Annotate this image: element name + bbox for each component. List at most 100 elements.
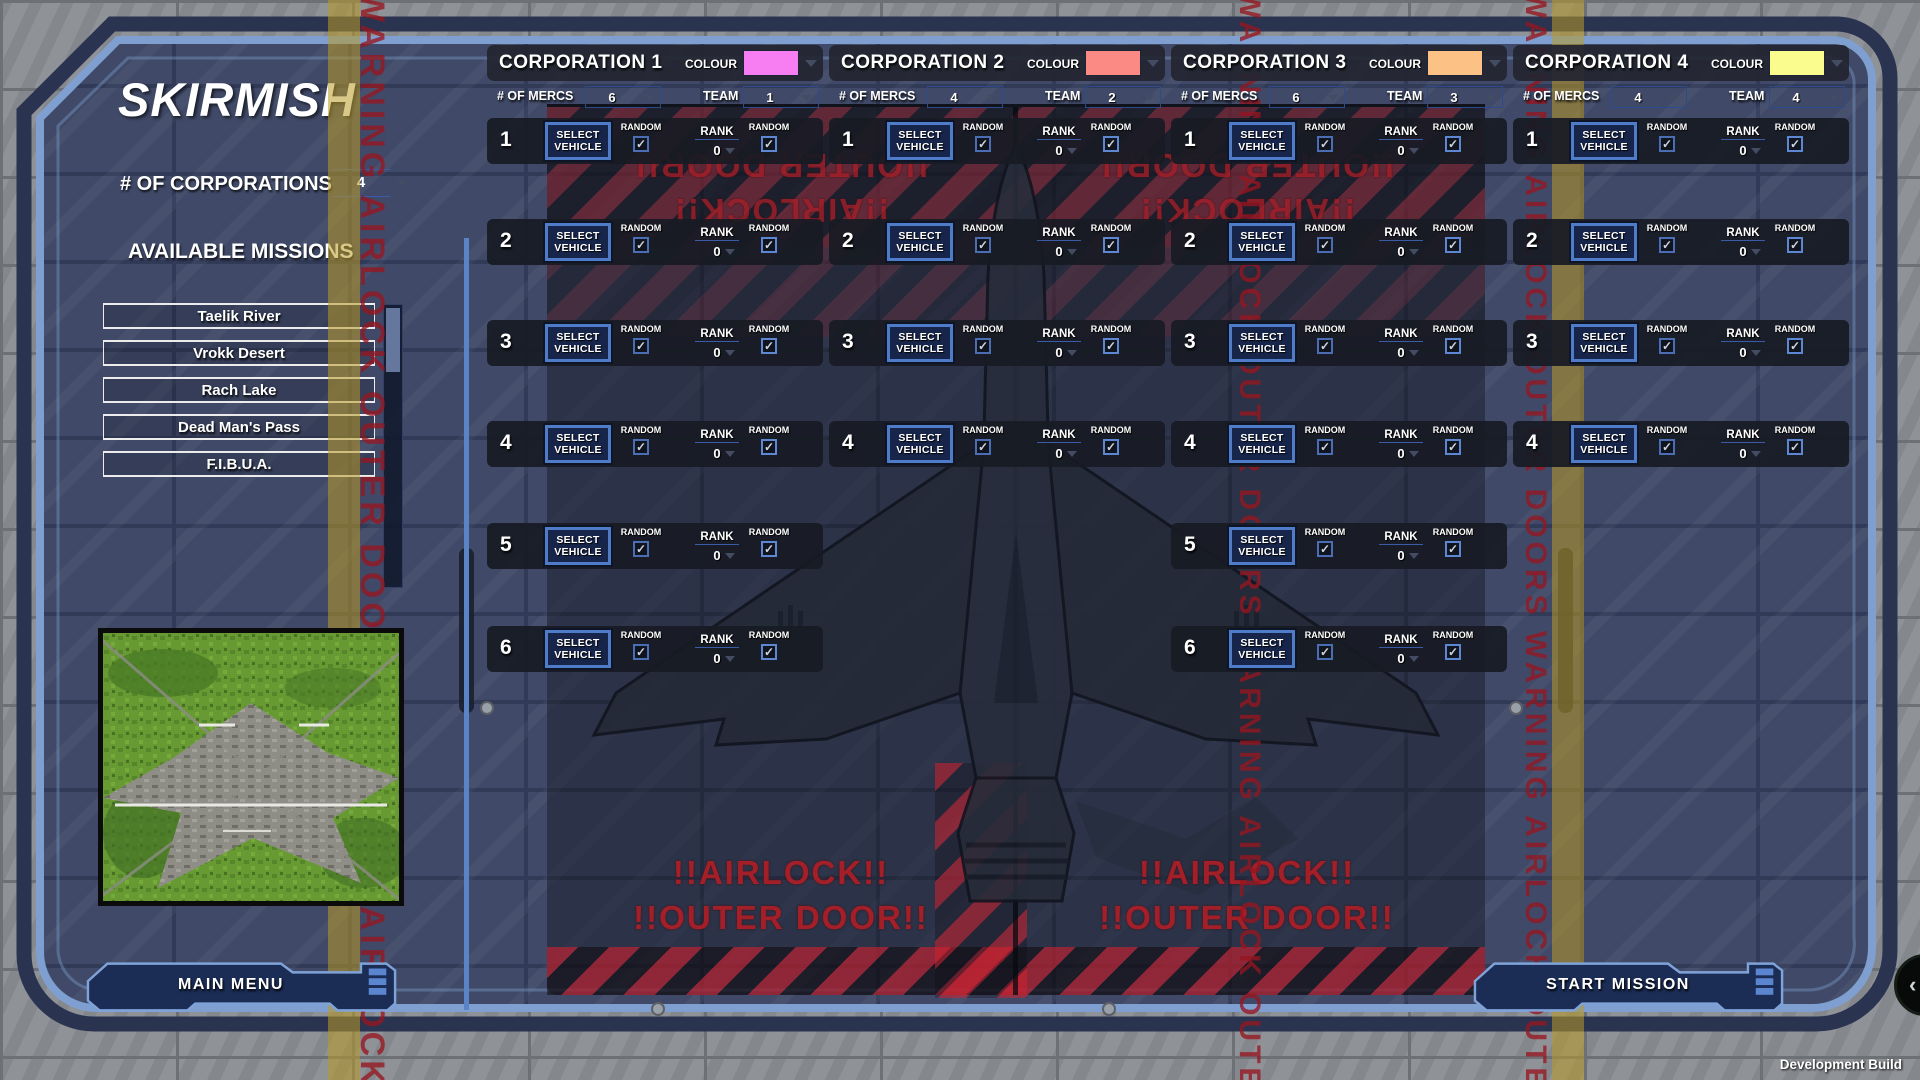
random-rank-checkbox[interactable]: ✓: [1445, 541, 1461, 557]
select-vehicle-button[interactable]: SELECT VEHICLE: [1229, 527, 1295, 565]
select-vehicle-button[interactable]: SELECT VEHICLE: [545, 630, 611, 668]
rank-dropdown[interactable]: 0: [689, 548, 745, 563]
rank-dropdown[interactable]: 0: [1031, 143, 1087, 158]
random-vehicle-checkbox[interactable]: ✓: [1659, 136, 1675, 152]
rank-dropdown[interactable]: 0: [1715, 345, 1771, 360]
rank-dropdown[interactable]: 0: [1031, 345, 1087, 360]
random-rank-checkbox[interactable]: ✓: [1103, 338, 1119, 354]
random-vehicle-checkbox[interactable]: ✓: [1317, 338, 1333, 354]
rank-dropdown[interactable]: 0: [689, 446, 745, 461]
team-dropdown[interactable]: 1: [743, 86, 819, 108]
rank-dropdown[interactable]: 0: [1373, 446, 1429, 461]
select-vehicle-button[interactable]: SELECT VEHICLE: [1571, 324, 1637, 362]
random-rank-checkbox[interactable]: ✓: [1787, 439, 1803, 455]
select-vehicle-button[interactable]: SELECT VEHICLE: [1229, 630, 1295, 668]
mercs-dropdown[interactable]: 4: [1611, 86, 1687, 108]
random-vehicle-checkbox[interactable]: ✓: [1317, 644, 1333, 660]
select-vehicle-button[interactable]: SELECT VEHICLE: [1229, 223, 1295, 261]
select-vehicle-button[interactable]: SELECT VEHICLE: [545, 425, 611, 463]
rank-dropdown[interactable]: 0: [1373, 143, 1429, 158]
random-vehicle-checkbox[interactable]: ✓: [1317, 136, 1333, 152]
rank-dropdown[interactable]: 0: [1031, 244, 1087, 259]
select-vehicle-button[interactable]: SELECT VEHICLE: [545, 122, 611, 160]
random-vehicle-checkbox[interactable]: ✓: [1659, 338, 1675, 354]
random-vehicle-checkbox[interactable]: ✓: [633, 136, 649, 152]
colour-swatch[interactable]: [1769, 50, 1825, 76]
select-vehicle-button[interactable]: SELECT VEHICLE: [887, 223, 953, 261]
random-rank-checkbox[interactable]: ✓: [761, 439, 777, 455]
random-rank-checkbox[interactable]: ✓: [1103, 136, 1119, 152]
random-vehicle-checkbox[interactable]: ✓: [633, 644, 649, 660]
rank-dropdown[interactable]: 0: [689, 244, 745, 259]
select-vehicle-button[interactable]: SELECT VEHICLE: [1571, 122, 1637, 160]
mercs-dropdown[interactable]: 6: [585, 86, 661, 108]
random-vehicle-checkbox[interactable]: ✓: [1659, 237, 1675, 253]
random-rank-checkbox[interactable]: ✓: [1787, 338, 1803, 354]
random-vehicle-checkbox[interactable]: ✓: [975, 338, 991, 354]
rank-group: RANK 0: [1373, 122, 1429, 158]
select-vehicle-button[interactable]: SELECT VEHICLE: [887, 425, 953, 463]
chevron-down-icon[interactable]: [805, 60, 817, 67]
team-dropdown[interactable]: 2: [1085, 86, 1161, 108]
random-vehicle-checkbox[interactable]: ✓: [633, 338, 649, 354]
random-vehicle-checkbox[interactable]: ✓: [633, 237, 649, 253]
select-vehicle-button[interactable]: SELECT VEHICLE: [545, 527, 611, 565]
random-vehicle-checkbox[interactable]: ✓: [633, 541, 649, 557]
random-rank-checkbox[interactable]: ✓: [761, 644, 777, 660]
rank-dropdown[interactable]: 0: [1031, 446, 1087, 461]
rank-dropdown[interactable]: 0: [689, 651, 745, 666]
mercs-dropdown[interactable]: 4: [927, 86, 1003, 108]
random-rank-checkbox[interactable]: ✓: [761, 338, 777, 354]
random-rank-checkbox[interactable]: ✓: [1445, 644, 1461, 660]
select-vehicle-button[interactable]: SELECT VEHICLE: [1229, 425, 1295, 463]
random-rank-checkbox[interactable]: ✓: [1445, 439, 1461, 455]
rank-dropdown[interactable]: 0: [1373, 244, 1429, 259]
rank-dropdown[interactable]: 0: [1715, 446, 1771, 461]
colour-swatch[interactable]: [1085, 50, 1141, 76]
random-vehicle-checkbox[interactable]: ✓: [975, 237, 991, 253]
select-vehicle-button[interactable]: SELECT VEHICLE: [1229, 122, 1295, 160]
rank-dropdown[interactable]: 0: [1373, 651, 1429, 666]
select-vehicle-button[interactable]: SELECT VEHICLE: [1571, 223, 1637, 261]
random-vehicle-checkbox[interactable]: ✓: [975, 439, 991, 455]
rank-dropdown[interactable]: 0: [1373, 345, 1429, 360]
random-rank-checkbox[interactable]: ✓: [761, 237, 777, 253]
colour-swatch[interactable]: [1427, 50, 1483, 76]
random-rank-checkbox[interactable]: ✓: [1787, 237, 1803, 253]
select-vehicle-button[interactable]: SELECT VEHICLE: [887, 122, 953, 160]
mercs-dropdown[interactable]: 6: [1269, 86, 1345, 108]
random-rank-checkbox[interactable]: ✓: [1445, 338, 1461, 354]
select-vehicle-button[interactable]: SELECT VEHICLE: [1229, 324, 1295, 362]
select-vehicle-button[interactable]: SELECT VEHICLE: [1571, 425, 1637, 463]
team-dropdown[interactable]: 3: [1427, 86, 1503, 108]
team-dropdown[interactable]: 4: [1769, 86, 1845, 108]
rank-dropdown[interactable]: 0: [1715, 143, 1771, 158]
chevron-down-icon[interactable]: [1831, 60, 1843, 67]
rank-dropdown[interactable]: 0: [1373, 548, 1429, 563]
select-vehicle-button[interactable]: SELECT VEHICLE: [545, 223, 611, 261]
random-rank-checkbox[interactable]: ✓: [1445, 136, 1461, 152]
random-vehicle-checkbox[interactable]: ✓: [633, 439, 649, 455]
chevron-down-icon[interactable]: [396, 181, 406, 187]
random-rank-checkbox[interactable]: ✓: [1787, 136, 1803, 152]
rank-dropdown[interactable]: 0: [689, 143, 745, 158]
colour-swatch[interactable]: [743, 50, 799, 76]
random-vehicle-checkbox[interactable]: ✓: [1317, 439, 1333, 455]
chevron-down-icon[interactable]: [1489, 60, 1501, 67]
select-vehicle-button[interactable]: SELECT VEHICLE: [887, 324, 953, 362]
random-vehicle-checkbox[interactable]: ✓: [1317, 541, 1333, 557]
random-vehicle-checkbox[interactable]: ✓: [975, 136, 991, 152]
chevron-down-icon[interactable]: [1147, 60, 1159, 67]
rank-dropdown[interactable]: 0: [1715, 244, 1771, 259]
random-rank-checkbox[interactable]: ✓: [1445, 237, 1461, 253]
random-vehicle-checkbox[interactable]: ✓: [1317, 237, 1333, 253]
random-vehicle-checkbox[interactable]: ✓: [1659, 439, 1675, 455]
select-vehicle-button[interactable]: SELECT VEHICLE: [545, 324, 611, 362]
start-mission-button[interactable]: START MISSION: [1473, 961, 1785, 1013]
random-rank-checkbox[interactable]: ✓: [761, 541, 777, 557]
rank-dropdown[interactable]: 0: [689, 345, 745, 360]
random-rank-checkbox[interactable]: ✓: [1103, 439, 1119, 455]
random-rank-checkbox[interactable]: ✓: [761, 136, 777, 152]
main-menu-button[interactable]: MAIN MENU: [86, 961, 398, 1013]
random-rank-checkbox[interactable]: ✓: [1103, 237, 1119, 253]
